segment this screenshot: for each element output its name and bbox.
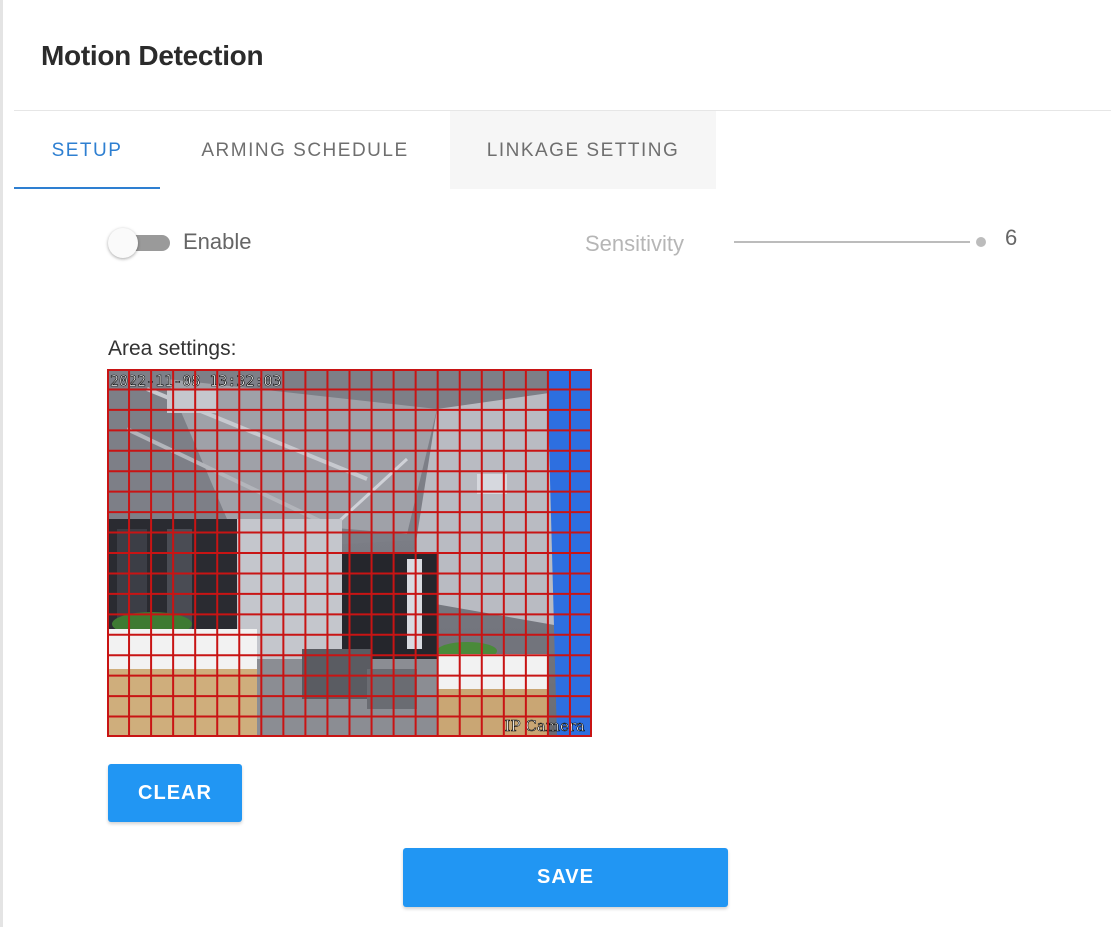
tab-bar: SETUP ARMING SCHEDULE LINKAGE SETTING (14, 111, 734, 189)
left-border (0, 0, 3, 927)
motion-area-grid[interactable]: 2022-11-08 13:32:03 IP Camera (107, 369, 592, 737)
enable-toggle[interactable] (108, 228, 172, 258)
enable-label: Enable (183, 229, 252, 254)
slider-rail (734, 241, 970, 243)
sensitivity-slider[interactable] (730, 230, 992, 254)
page-title: Motion Detection (41, 40, 264, 71)
camera-name-overlay: IP Camera (505, 717, 585, 735)
tab-setup[interactable]: SETUP (14, 111, 160, 189)
sensitivity-value: 6 (1005, 225, 1018, 250)
area-settings-label: Area settings: (108, 337, 237, 360)
tab-linkage-setting[interactable]: LINKAGE SETTING (450, 111, 716, 189)
page-header: Motion Detection (14, 0, 1111, 111)
sensitivity-label: Sensitivity (585, 231, 685, 256)
toggle-thumb (108, 228, 138, 258)
tab-arming-schedule[interactable]: ARMING SCHEDULE (160, 111, 450, 189)
slider-knob[interactable] (976, 237, 986, 247)
camera-preview-image: 2022-11-08 13:32:03 IP Camera (107, 369, 592, 737)
save-button[interactable]: SAVE (403, 848, 728, 907)
clear-button[interactable]: CLEAR (108, 764, 242, 822)
